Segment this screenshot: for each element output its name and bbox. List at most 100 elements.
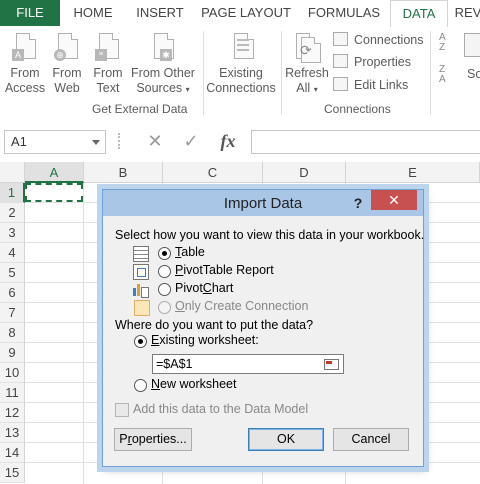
pivotchart-option-label[interactable]: PivotChart	[175, 281, 233, 295]
pivottable-option-label[interactable]: PivotTable Report	[175, 263, 274, 277]
row-header[interactable]: 11	[0, 383, 25, 403]
enter-icon[interactable]: ✓	[178, 130, 204, 152]
column-header[interactable]: A	[25, 162, 84, 183]
close-button[interactable]: ✕	[371, 190, 417, 210]
formula-bar: A1 ✕ ✓ fx	[0, 120, 480, 162]
formula-input[interactable]	[251, 130, 480, 154]
from-other-label1: From Other	[131, 66, 195, 80]
sort-label[interactable]: So	[467, 67, 480, 81]
from-other-sources-button[interactable]: ✱ From Other Sources ▾	[130, 29, 196, 97]
row-header[interactable]: 10	[0, 363, 25, 383]
from-text-button[interactable]: ≡ From Text	[89, 29, 127, 96]
existing-connections-icon	[228, 33, 254, 63]
selected-cell-a1[interactable]	[25, 183, 83, 202]
range-input[interactable]: =$A$1	[152, 354, 344, 374]
table-icon	[133, 246, 149, 262]
other-sources-icon: ✱	[150, 33, 176, 63]
tab-file[interactable]: FILE	[0, 0, 60, 26]
row-header[interactable]: 1	[0, 183, 25, 203]
ribbon: A From Access ⊕ From Web ≡ From Text ✱ F…	[0, 27, 480, 121]
chevron-down-icon[interactable]	[92, 140, 100, 145]
from-access-button[interactable]: A From Access	[2, 29, 48, 96]
refresh-icon: ⟳	[294, 33, 321, 63]
tab-insert[interactable]: INSERT	[126, 0, 194, 26]
connections-button[interactable]: Connections	[333, 30, 424, 50]
column-header[interactable]: E	[346, 162, 480, 183]
name-box[interactable]: A1	[4, 130, 106, 154]
refresh-all-button[interactable]: ⟳ Refresh All ▾	[284, 29, 330, 97]
tab-review[interactable]: REV	[448, 0, 480, 26]
row-header[interactable]: 13	[0, 423, 25, 443]
cancel-icon[interactable]: ✕	[142, 130, 168, 152]
properties-icon	[333, 54, 348, 68]
connections-label: Connections	[354, 33, 424, 47]
new-worksheet-radio[interactable]	[134, 379, 147, 392]
tab-home[interactable]: HOME	[60, 0, 126, 26]
put-prompt: Where do you want to put the data?	[115, 318, 314, 332]
collapse-dialog-icon[interactable]	[321, 355, 341, 373]
tab-formulas[interactable]: FORMULAS	[298, 0, 390, 26]
view-prompt: Select how you want to view this data in…	[115, 228, 425, 242]
row-header[interactable]: 7	[0, 303, 25, 323]
tab-data[interactable]: DATA	[390, 0, 448, 28]
help-button[interactable]: ?	[347, 192, 369, 214]
group-separator	[281, 31, 282, 115]
existing-worksheet-radio[interactable]	[134, 335, 147, 348]
row-header[interactable]: 14	[0, 443, 25, 463]
row-header[interactable]: 3	[0, 223, 25, 243]
properties-ribbon-label: Properties	[354, 55, 411, 69]
ribbon-tabs: FILE HOME INSERT PAGE LAYOUT FORMULAS DA…	[0, 0, 480, 28]
ok-button[interactable]: OK	[248, 428, 324, 451]
sort-az-icon[interactable]: AZ	[439, 33, 453, 53]
table-radio[interactable]	[158, 247, 171, 260]
new-worksheet-label[interactable]: New worksheet	[151, 377, 236, 391]
from-text-label2: Text	[96, 81, 120, 95]
range-input-value: =$A$1	[156, 357, 193, 371]
from-web-label1: From	[52, 66, 82, 80]
table-option-label[interactable]: Table	[175, 245, 205, 259]
get-external-data-group-label: Get External Data	[92, 102, 188, 116]
formula-bar-grip[interactable]	[118, 133, 122, 149]
column-header[interactable]: D	[263, 162, 346, 183]
row-header[interactable]: 12	[0, 403, 25, 423]
tab-page-layout[interactable]: PAGE LAYOUT	[194, 0, 298, 26]
cancel-button[interactable]: Cancel	[333, 428, 409, 451]
pivotchart-radio[interactable]	[158, 283, 171, 296]
properties-ribbon-button[interactable]: Properties	[333, 52, 411, 72]
connection-only-radio[interactable]	[158, 301, 171, 314]
row-header[interactable]: 5	[0, 263, 25, 283]
connections-icon	[333, 32, 348, 46]
data-model-checkbox[interactable]	[115, 403, 129, 417]
row-header[interactable]: 15	[0, 463, 25, 483]
row-header[interactable]: 8	[0, 323, 25, 343]
from-web-label2: Web	[54, 81, 80, 95]
refresh-label2: All ▾	[296, 81, 318, 95]
edit-links-label: Edit Links	[354, 78, 409, 92]
column-header[interactable]: C	[163, 162, 263, 183]
existing-worksheet-label[interactable]: Existing worksheet:	[151, 333, 259, 347]
existing-connections-label2: Connections	[206, 81, 276, 95]
row-header[interactable]: 6	[0, 283, 25, 303]
pivotchart-icon	[133, 282, 149, 298]
row-header[interactable]: 9	[0, 343, 25, 363]
from-access-label1: From	[10, 66, 40, 80]
row-header[interactable]: 4	[0, 243, 25, 263]
name-box-value: A1	[11, 134, 27, 149]
pivottable-radio[interactable]	[158, 265, 171, 278]
from-web-button[interactable]: ⊕ From Web	[48, 29, 86, 96]
sort-za-icon[interactable]: ZA	[439, 65, 453, 85]
select-all-corner[interactable]	[0, 162, 25, 183]
data-model-label[interactable]: Add this data to the Data Model	[133, 402, 308, 416]
properties-button[interactable]: Properties...	[114, 428, 192, 451]
edit-links-button[interactable]: Edit Links	[333, 75, 408, 95]
column-header[interactable]: B	[84, 162, 163, 183]
insert-function-icon[interactable]: fx	[214, 130, 242, 152]
row-header[interactable]: 2	[0, 203, 25, 223]
connection-only-option-label[interactable]: Only Create Connection	[175, 299, 308, 313]
existing-connections-button[interactable]: Existing Connections	[206, 29, 276, 96]
edit-links-icon	[333, 77, 348, 91]
from-text-label1: From	[93, 66, 123, 80]
from-access-label2: Access	[4, 81, 46, 95]
sort-icon[interactable]	[464, 33, 480, 57]
group-separator	[203, 31, 204, 115]
